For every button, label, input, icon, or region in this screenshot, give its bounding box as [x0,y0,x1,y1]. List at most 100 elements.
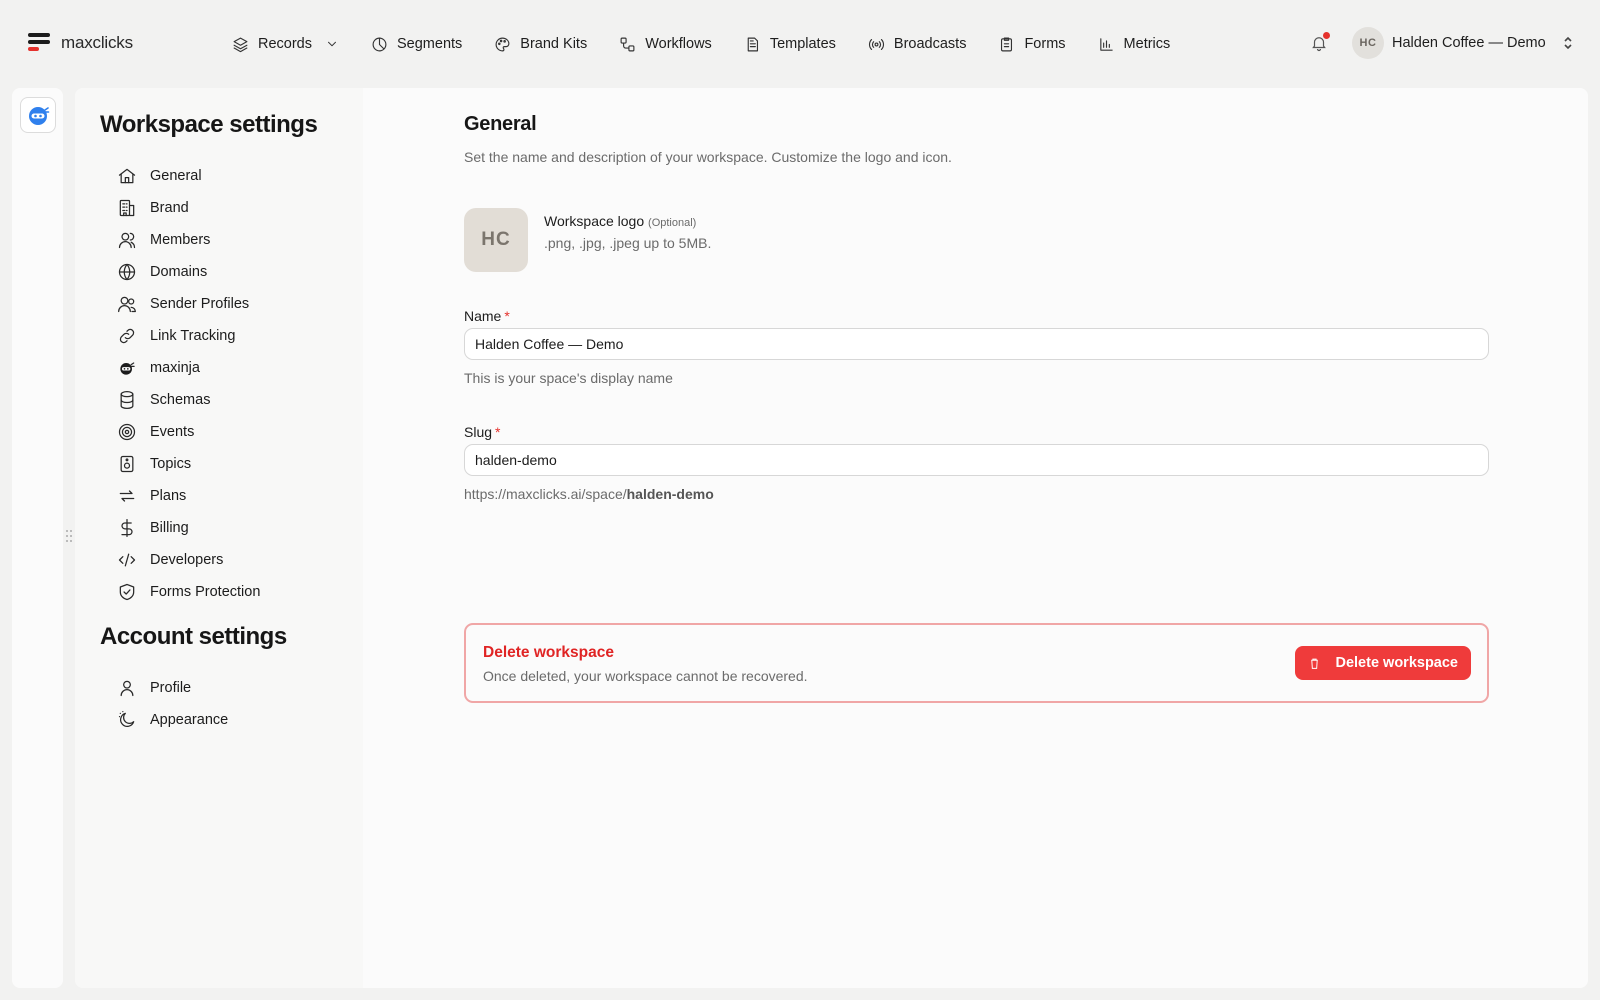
left-rail [12,88,63,988]
pie-chart-icon [372,37,387,51]
workflow-icon [620,37,635,51]
code-icon [118,553,136,567]
database-icon [120,391,134,409]
repeat-icon [119,490,135,502]
nav-records[interactable]: Records [232,31,339,57]
sidebar-item-label: Link Tracking [150,328,236,344]
sidebar-item-label: Plans [150,488,187,504]
main-nav: Records Segments Brand Kits Workflows Te… [232,31,1202,57]
nav-label: Segments [397,36,463,52]
user-icon [118,232,136,249]
workspace-name: Halden Coffee — Demo [1392,35,1546,51]
nav-label: Broadcasts [893,36,967,52]
sidebar-item-schemas[interactable]: Schemas [117,384,260,416]
sidebar-item-brand[interactable]: Brand [117,192,260,224]
sidebar-item-developers[interactable]: Developers [117,544,260,576]
link-icon [119,328,135,344]
nav-templates[interactable]: Templates [744,31,836,57]
app-logo[interactable]: maxclicks [28,33,133,53]
sidebar-item-events[interactable]: Events [117,416,260,448]
main-panel: Workspace settings General Brand Members… [75,88,1588,988]
delete-workspace-button[interactable]: Delete workspace [1295,646,1471,680]
user-icon [120,680,134,697]
palette-icon [495,37,510,51]
nav-forms[interactable]: Forms [998,31,1066,57]
sidebar-item-label: Schemas [150,392,211,408]
sidebar-item-billing[interactable]: Billing [117,512,260,544]
document-icon [747,37,758,51]
name-label-text: Name [464,308,502,324]
sidebar-item-sender-profiles[interactable]: Sender Profiles [117,288,260,320]
sidebar-item-label: Topics [150,456,192,472]
account-settings-title: Account settings [100,623,287,650]
workspace-switcher[interactable]: HC Halden Coffee — Demo [1352,27,1574,59]
sidebar-item-label: Developers [150,552,224,568]
sidebar-item-label: Billing [150,520,189,536]
sidebar-item-label: Profile [150,680,192,696]
sidebar-item-maxinja[interactable]: maxinja [117,352,260,384]
avatar: HC [1352,27,1384,59]
shield-check-icon [119,583,135,601]
sidebar-item-topics[interactable]: Topics [117,448,260,480]
dollar-icon [121,519,133,537]
sidebar-item-label: Brand [150,200,189,216]
maxclicks-logo-icon [28,33,52,53]
required-marker: * [495,424,501,440]
sidebar-item-label: Sender Profiles [150,296,250,312]
workspace-logo-upload[interactable]: HC [464,208,528,272]
app-name: maxclicks [61,33,133,52]
trash-icon [1311,658,1319,669]
danger-zone: Delete workspace Once deleted, your work… [464,623,1489,703]
bar-chart-icon [1099,37,1113,51]
nav-label: Records [258,36,312,52]
delete-button-label: Delete workspace [1335,655,1458,671]
ninja-icon [120,362,135,375]
sidebar-item-profile[interactable]: Profile [117,672,228,704]
nav-brand-kits[interactable]: Brand Kits [494,31,587,57]
sidebar-item-domains[interactable]: Domains [117,256,260,288]
sidebar-item-forms-protection[interactable]: Forms Protection [117,576,260,608]
sidebar-item-general[interactable]: General [117,160,260,192]
sidebar-item-link-tracking[interactable]: Link Tracking [117,320,260,352]
slug-field-label: Slug * [464,424,500,440]
workspace-settings-title: Workspace settings [100,111,318,138]
maxinja-assistant-button[interactable] [20,97,56,133]
sidebar-item-label: Forms Protection [150,584,261,600]
delete-workspace-description: Once deleted, your workspace cannot be r… [483,668,808,684]
account-settings-list: Profile Appearance [117,672,228,736]
nav-label: Metrics [1123,36,1171,52]
nav-broadcasts[interactable]: Broadcasts [868,31,967,57]
chevron-up-down-icon [1562,36,1574,50]
moon-icon [118,711,135,727]
chevron-down-icon [328,41,336,47]
sidebar-item-label: Members [150,232,211,248]
sidebar-item-plans[interactable]: Plans [117,480,260,512]
name-input[interactable] [464,328,1489,360]
building-icon [119,199,135,217]
sidebar-item-appearance[interactable]: Appearance [117,704,228,736]
slug-url-value: halden-demo [626,486,714,502]
sidebar-item-label: Events [150,424,195,440]
nav-metrics[interactable]: Metrics [1098,31,1171,57]
page-subtitle: Set the name and description of your wor… [464,149,952,165]
page-title: General [464,113,537,135]
nav-workflows[interactable]: Workflows [619,31,712,57]
workspace-logo-label: Workspace logo (Optional) [544,213,696,229]
slug-input[interactable] [464,444,1489,476]
speaker-icon [120,455,134,473]
nav-label: Workflows [645,36,712,52]
notifications-button[interactable] [1310,32,1330,52]
resize-handle[interactable] [66,530,72,544]
home-icon [118,168,136,184]
globe-icon [118,263,136,281]
name-field-label: Name * [464,308,510,324]
sidebar-item-label: General [150,168,202,184]
sidebar-item-members[interactable]: Members [117,224,260,256]
notification-dot [1323,32,1330,39]
broadcast-icon [868,38,884,50]
delete-workspace-title: Delete workspace [483,644,614,661]
top-navigation-bar: maxclicks Records Segments Brand Kits Wo… [0,0,1600,88]
nav-segments[interactable]: Segments [371,31,462,57]
name-help-text: This is your space's display name [464,370,673,386]
sidebar-item-label: Domains [150,264,208,280]
